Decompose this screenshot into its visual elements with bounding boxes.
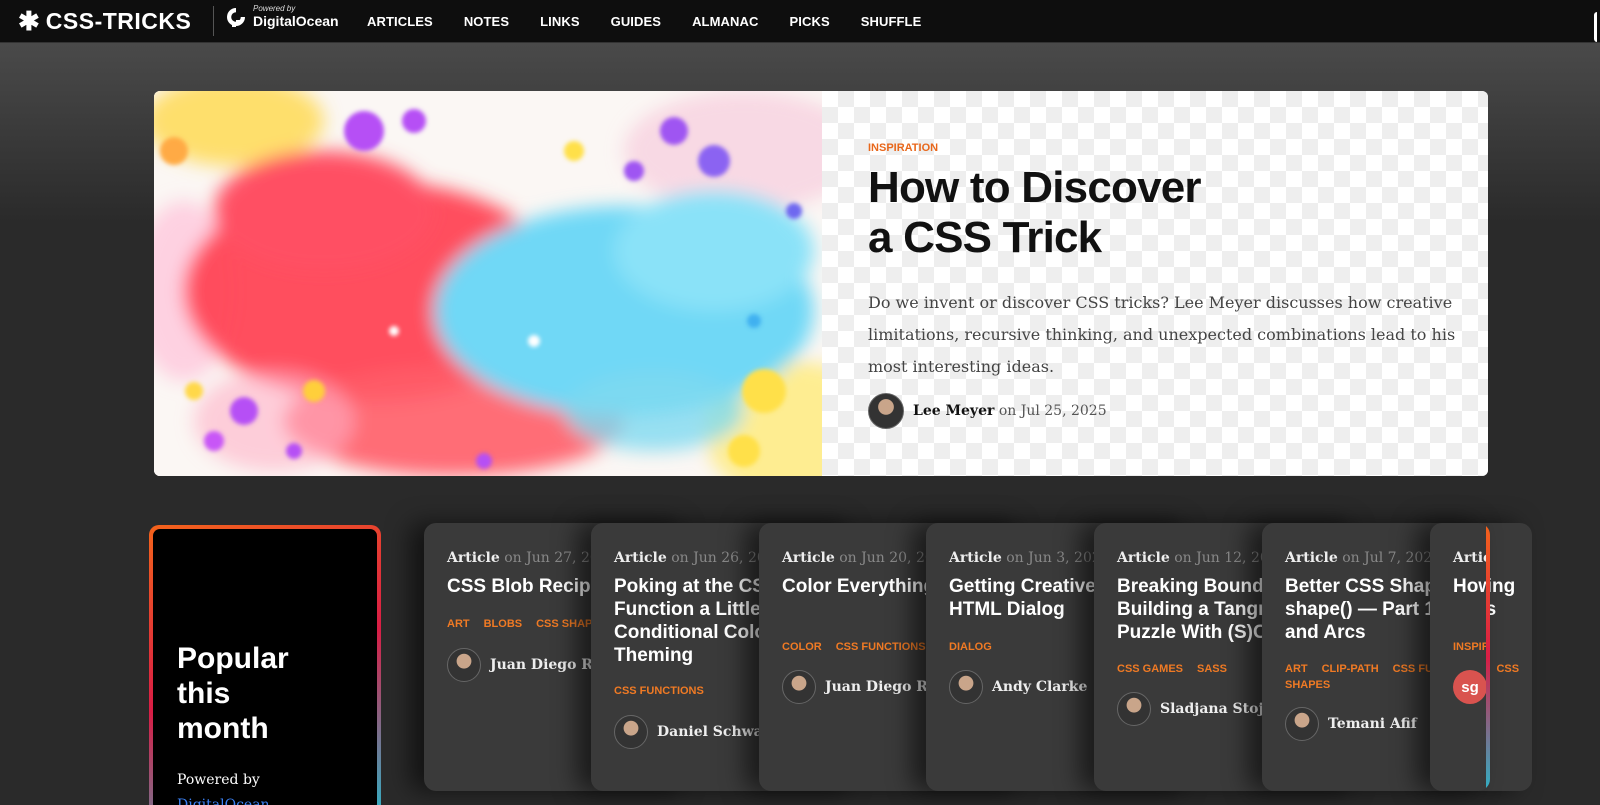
card-type: Article bbox=[782, 550, 835, 566]
featured-article-content: INSPIRATION How to Discover a CSS Trick … bbox=[822, 91, 1488, 476]
popular-sponsor-link[interactable]: DigitalOcean bbox=[177, 797, 270, 805]
card-tag[interactable]: DIALOG bbox=[949, 641, 992, 653]
paint-splatter-illustration bbox=[154, 91, 822, 476]
date-prefix: on bbox=[998, 403, 1017, 419]
sponsor-name: DigitalOcean bbox=[253, 13, 339, 29]
byline-text: Lee Meyer on Jul 25, 2025 bbox=[913, 403, 1107, 419]
author-avatar bbox=[1117, 692, 1151, 726]
site-name: CSS-TRICKS bbox=[45, 7, 192, 34]
featured-article-image[interactable] bbox=[154, 91, 822, 476]
featured-article-category[interactable]: INSPIRATION bbox=[868, 142, 938, 154]
card-tag[interactable]: ART bbox=[1285, 663, 1308, 675]
author-avatar bbox=[614, 715, 648, 749]
card-tags: INSPIRATION bbox=[1453, 639, 1490, 655]
card-type: Article bbox=[1453, 550, 1490, 566]
card-author[interactable]: Temani Afif bbox=[1285, 707, 1417, 741]
card-type: Article bbox=[614, 550, 667, 566]
nav-shuffle[interactable]: SHUFFLE bbox=[861, 14, 922, 29]
main-nav: ARTICLES NOTES LINKS GUIDES ALMANAC PICK… bbox=[367, 0, 952, 43]
card-tag[interactable]: COLOR bbox=[782, 641, 822, 653]
author-avatar bbox=[949, 670, 983, 704]
author-name: Temani Afif bbox=[1328, 716, 1417, 732]
popular-heading: Popular this month bbox=[177, 642, 289, 745]
card-gradient-edge bbox=[1486, 523, 1490, 791]
css-tricks-logo[interactable]: ✱ CSS-TRICKS bbox=[18, 6, 191, 36]
featured-article-byline: Lee Meyer on Jul 25, 2025 bbox=[868, 393, 1107, 429]
article-card[interactable]: Article on Jul 7, 2025 Better CSS Shapes… bbox=[1262, 523, 1532, 791]
nav-links[interactable]: LINKS bbox=[540, 14, 580, 29]
card-type: Article bbox=[949, 550, 1002, 566]
logo-divider bbox=[213, 6, 214, 36]
featured-article-description: Do we invent or discover CSS tricks? Lee… bbox=[868, 293, 1456, 376]
author-avatar: sg bbox=[1453, 670, 1487, 704]
article-card[interactable]: Article How to Discover New INSPIRATION … bbox=[1430, 523, 1490, 791]
card-tag[interactable]: CSS FUNCTIONS bbox=[836, 641, 926, 653]
card-author[interactable]: Daniel Schwarz bbox=[614, 715, 778, 749]
page-scrollbar[interactable] bbox=[1594, 12, 1600, 42]
popular-powered-by: Powered by bbox=[177, 772, 260, 788]
card-tag[interactable]: ART bbox=[447, 618, 470, 630]
nav-almanac[interactable]: ALMANAC bbox=[692, 14, 758, 29]
nav-articles[interactable]: ARTICLES bbox=[367, 14, 433, 29]
digitalocean-icon bbox=[227, 7, 245, 27]
card-tag[interactable]: INSPIRATION bbox=[1453, 641, 1490, 653]
card-type: Article bbox=[447, 550, 500, 566]
popular-this-month-box: Popular this month Powered by DigitalOce… bbox=[149, 525, 381, 805]
featured-title-line-2: a CSS Trick bbox=[868, 213, 1102, 262]
featured-article[interactable]: INSPIRATION How to Discover a CSS Trick … bbox=[154, 91, 1488, 476]
popular-box-inner: Popular this month Powered by DigitalOce… bbox=[153, 529, 377, 805]
author-avatar bbox=[782, 670, 816, 704]
author-avatar bbox=[1285, 707, 1319, 741]
card-meta: Article on Jun 3, 2025 bbox=[949, 550, 1110, 566]
card-meta: Article bbox=[1453, 550, 1490, 566]
card-tag[interactable]: CLIP-PATH bbox=[1322, 663, 1379, 675]
nav-guides[interactable]: GUIDES bbox=[611, 14, 661, 29]
card-type: Article bbox=[1117, 550, 1170, 566]
author-name[interactable]: Lee Meyer bbox=[913, 403, 994, 419]
card-tag[interactable]: CSS GAMES bbox=[1117, 663, 1183, 675]
card-tag[interactable]: CSS FUNCTIONS bbox=[614, 685, 704, 697]
featured-title-line-1: How to Discover bbox=[868, 163, 1202, 212]
card-meta: Article on Jul 7, 2025 bbox=[1285, 550, 1441, 566]
author-avatar[interactable] bbox=[868, 393, 904, 429]
card-type: Article bbox=[1285, 550, 1338, 566]
publish-date: Jul 25, 2025 bbox=[1020, 403, 1107, 419]
digitalocean-logo[interactable]: Powered by DigitalOcean bbox=[224, 4, 339, 29]
card-title[interactable]: How to Discover New bbox=[1453, 575, 1490, 598]
card-tag[interactable]: BLOBS bbox=[484, 618, 523, 630]
nav-picks[interactable]: PICKS bbox=[789, 14, 829, 29]
author-name: Andy Clarke bbox=[992, 679, 1088, 695]
top-navigation-bar: ✱ CSS-TRICKS Powered by DigitalOcean ART… bbox=[0, 0, 1600, 43]
card-author[interactable]: Andy Clarke bbox=[949, 670, 1087, 704]
nav-notes[interactable]: NOTES bbox=[464, 14, 509, 29]
featured-article-title[interactable]: How to Discover a CSS Trick bbox=[868, 163, 1368, 263]
author-avatar bbox=[447, 648, 481, 682]
card-date: on Jul 7, 2025 bbox=[1342, 550, 1442, 566]
asterisk-logo-icon: ✱ bbox=[18, 6, 40, 36]
card-tag[interactable]: SASS bbox=[1197, 663, 1227, 675]
card-author[interactable]: sg bbox=[1453, 670, 1487, 704]
powered-by-label: Powered by bbox=[253, 4, 296, 13]
